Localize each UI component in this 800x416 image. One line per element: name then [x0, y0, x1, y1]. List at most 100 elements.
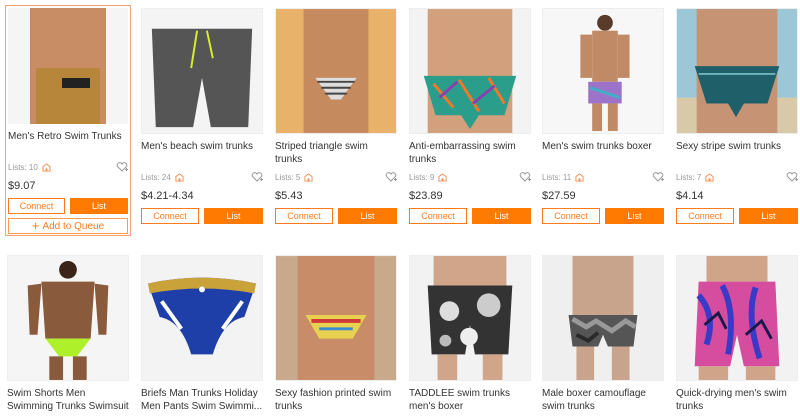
product-photo — [8, 8, 128, 124]
product-image[interactable] — [542, 8, 664, 134]
product-meta: Lists: 5 — [275, 170, 397, 184]
product-photo — [276, 9, 396, 133]
product-image[interactable] — [8, 8, 128, 124]
product-card[interactable]: Striped triangle swim trunks Lists: 5 $5… — [275, 8, 397, 224]
product-card[interactable]: TADDLEE swim trunks men's boxer — [409, 255, 531, 413]
product-image[interactable] — [676, 255, 798, 381]
connect-button[interactable]: Connect — [676, 208, 734, 224]
product-photo — [410, 256, 530, 380]
action-buttons: Connect List — [275, 208, 397, 224]
lists-count: Lists: 11 — [542, 173, 584, 182]
product-card[interactable]: Anti-embarrassing swim trunks Lists: 9 $… — [409, 8, 531, 224]
store-icon[interactable] — [438, 172, 447, 182]
product-card[interactable]: Swim Shorts Men Swimming Trunks Swimsuit… — [7, 255, 129, 413]
action-buttons: Connect List — [676, 208, 798, 224]
store-icon[interactable] — [175, 172, 184, 182]
favorite-heart-icon[interactable] — [385, 171, 397, 183]
product-card[interactable]: Men's Retro Swim Trunks Lists: 10 $9.07 … — [5, 5, 131, 236]
list-button[interactable]: List — [338, 208, 397, 224]
lists-label: Lists: 5 — [275, 172, 301, 182]
product-image[interactable] — [409, 255, 531, 381]
action-buttons: Connect List — [409, 208, 531, 224]
store-icon[interactable] — [42, 162, 51, 172]
product-meta: Lists: 9 — [409, 170, 531, 184]
connect-button[interactable]: Connect — [409, 208, 467, 224]
product-meta: Lists: 11 — [542, 170, 664, 184]
product-title[interactable]: Sexy fashion printed swim trunks — [275, 387, 397, 413]
product-image[interactable] — [542, 255, 664, 381]
favorite-heart-icon[interactable] — [519, 171, 531, 183]
product-title[interactable]: Anti-embarrassing swim trunks — [409, 140, 531, 166]
favorite-heart-icon[interactable] — [251, 171, 263, 183]
favorite-heart-icon[interactable] — [652, 171, 664, 183]
favorite-heart-icon[interactable] — [116, 161, 128, 173]
product-title[interactable]: Men's beach swim trunks — [141, 140, 263, 166]
product-card[interactable]: Male boxer camouflage swim trunks — [542, 255, 664, 413]
add-to-queue-label: Add to Queue — [42, 220, 105, 232]
product-photo — [410, 9, 530, 133]
product-image[interactable] — [275, 255, 397, 381]
product-meta: Lists: 24 — [141, 170, 263, 184]
connect-button[interactable]: Connect — [8, 198, 66, 214]
product-photo — [276, 256, 396, 380]
product-photo — [142, 256, 262, 380]
favorite-heart-icon[interactable] — [786, 171, 798, 183]
product-price: $4.21-4.34 — [141, 190, 194, 202]
product-photo — [8, 256, 128, 380]
product-image[interactable] — [676, 8, 798, 134]
store-icon[interactable] — [705, 172, 714, 182]
product-title[interactable]: Men's Retro Swim Trunks — [8, 130, 128, 156]
product-card[interactable]: Briefs Man Trunks Holiday Men Pants Swim… — [141, 255, 263, 413]
add-to-queue-button[interactable]: + Add to Queue — [8, 218, 128, 234]
product-image[interactable] — [409, 8, 531, 134]
action-buttons: Connect List — [141, 208, 263, 224]
product-title[interactable]: Sexy stripe swim trunks — [676, 140, 798, 166]
product-image[interactable] — [275, 8, 397, 134]
connect-button[interactable]: Connect — [275, 208, 333, 224]
lists-count: Lists: 24 — [141, 173, 184, 182]
connect-button[interactable]: Connect — [141, 208, 199, 224]
product-card[interactable]: Quick-drying men's swim trunks — [676, 255, 798, 413]
product-image[interactable] — [141, 255, 263, 381]
product-title[interactable]: Swim Shorts Men Swimming Trunks Swimsuit… — [7, 387, 129, 413]
action-buttons: Connect List — [542, 208, 664, 224]
product-price: $23.89 — [409, 190, 443, 202]
product-price: $5.43 — [275, 190, 303, 202]
list-button[interactable]: List — [472, 208, 531, 224]
product-price: $9.07 — [8, 180, 36, 192]
product-card[interactable]: Men's swim trunks boxer Lists: 11 $27.59… — [542, 8, 664, 224]
product-image[interactable] — [7, 255, 129, 381]
action-buttons: Connect List — [8, 198, 128, 214]
lists-label: Lists: 7 — [676, 172, 702, 182]
lists-count: Lists: 5 — [275, 173, 313, 182]
store-icon[interactable] — [575, 172, 584, 182]
product-price: $4.14 — [676, 190, 704, 202]
product-meta: Lists: 10 — [8, 160, 128, 174]
list-button[interactable]: List — [739, 208, 798, 224]
product-title[interactable]: Quick-drying men's swim trunks — [676, 387, 798, 413]
product-image[interactable] — [141, 8, 263, 134]
product-photo — [543, 9, 663, 133]
lists-count: Lists: 9 — [409, 173, 447, 182]
product-title[interactable]: Men's swim trunks boxer — [542, 140, 664, 166]
product-photo — [142, 9, 262, 133]
lists-label: Lists: 24 — [141, 172, 171, 182]
lists-count: Lists: 7 — [676, 173, 714, 182]
product-title[interactable]: Briefs Man Trunks Holiday Men Pants Swim… — [141, 387, 263, 413]
product-photo — [677, 9, 797, 133]
product-photo — [543, 256, 663, 380]
product-card[interactable]: Men's beach swim trunks Lists: 24 $4.21-… — [141, 8, 263, 224]
list-button[interactable]: List — [605, 208, 664, 224]
product-photo — [677, 256, 797, 380]
list-button[interactable]: List — [70, 198, 128, 214]
product-card[interactable]: Sexy fashion printed swim trunks — [275, 255, 397, 413]
product-card[interactable]: Sexy stripe swim trunks Lists: 7 $4.14 C… — [676, 8, 798, 224]
connect-button[interactable]: Connect — [542, 208, 600, 224]
store-icon[interactable] — [304, 172, 313, 182]
product-price: $27.59 — [542, 190, 576, 202]
list-button[interactable]: List — [204, 208, 263, 224]
product-title[interactable]: Male boxer camouflage swim trunks — [542, 387, 664, 413]
product-title[interactable]: TADDLEE swim trunks men's boxer — [409, 387, 531, 413]
lists-label: Lists: 11 — [542, 172, 572, 182]
product-title[interactable]: Striped triangle swim trunks — [275, 140, 397, 166]
